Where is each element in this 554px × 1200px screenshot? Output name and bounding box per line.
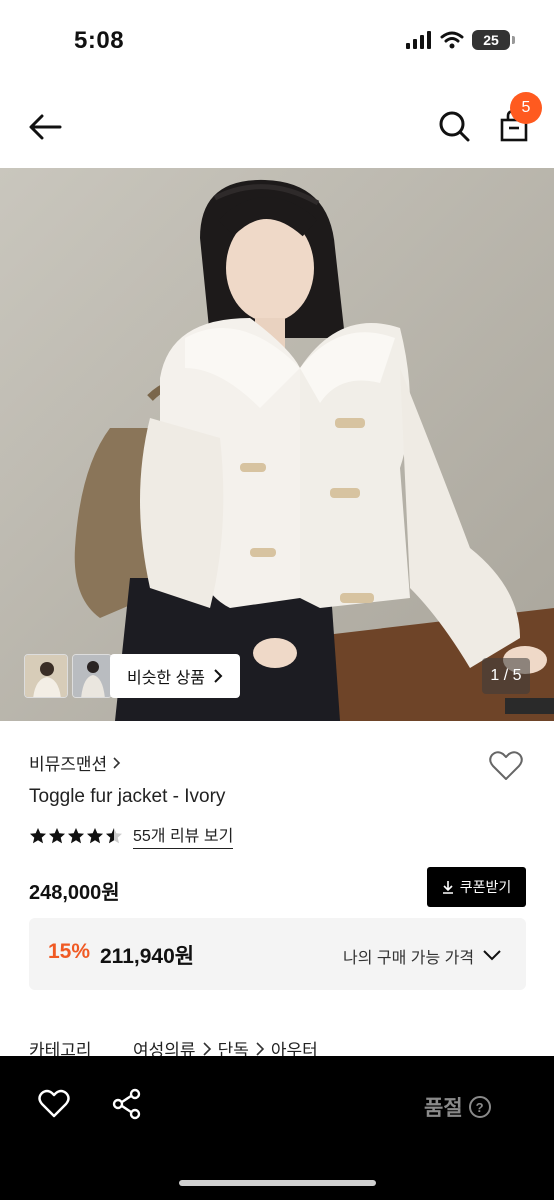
soldout-label: 품절: [424, 1097, 463, 1120]
brand-link[interactable]: 비뮤즈맨션: [29, 750, 121, 775]
download-icon: [442, 881, 453, 894]
star-icon: [30, 827, 46, 843]
product-photo: [0, 168, 554, 721]
similar-products-label: 비슷한 상품: [126, 670, 206, 687]
help-icon[interactable]: ?: [468, 1096, 491, 1118]
nav-bar: [0, 84, 554, 168]
star-icon: [106, 827, 122, 843]
similar-products-button[interactable]: 비슷한 상품: [110, 654, 240, 698]
wifi-icon: [440, 31, 464, 49]
product-name: Toggle fur jacket - Ivory: [29, 786, 226, 807]
original-price: 248,000원: [29, 882, 120, 904]
discount-price-box[interactable]: 15% 211,940원 나의 구매 가능 가격: [29, 918, 526, 990]
search-icon[interactable]: [434, 106, 474, 146]
status-time: 5:08: [74, 27, 125, 54]
cart-count-badge: 5: [510, 92, 542, 124]
rating-row: 55개 리뷰 보기: [29, 822, 234, 849]
thumbnail-1[interactable]: [24, 654, 68, 698]
bottom-action-bar: 품절 ?: [0, 1056, 554, 1200]
star-icon: [87, 827, 103, 843]
star-icon: [49, 827, 65, 843]
home-indicator: [179, 1180, 376, 1186]
like-heart-icon[interactable]: [38, 1088, 70, 1120]
thumbnail-2[interactable]: [72, 654, 112, 698]
soldout-status: 품절 ?: [424, 1092, 491, 1122]
thumbnail-image: [73, 655, 111, 697]
image-page-indicator: 1 / 5: [482, 658, 530, 694]
chevron-right-icon: [113, 756, 121, 769]
chevron-right-icon: [256, 1041, 264, 1056]
discount-rate: 15%: [48, 940, 91, 963]
coupon-button[interactable]: 쿠폰받기: [427, 867, 526, 907]
share-icon[interactable]: [112, 1088, 142, 1120]
review-link[interactable]: 55개 리뷰 보기: [133, 822, 234, 849]
brand-name: 비뮤즈맨션: [29, 755, 108, 774]
wishlist-heart-icon[interactable]: [488, 748, 524, 784]
rating-stars: [29, 827, 123, 845]
thumbnail-image: [25, 655, 67, 697]
my-price-label: 나의 구매 가능 가격: [343, 950, 475, 967]
chevron-right-icon: [214, 669, 223, 683]
battery-icon: 25: [472, 30, 515, 50]
discount-price: 211,940원: [100, 945, 195, 968]
star-icon: [68, 827, 84, 843]
chevron-right-icon: [202, 1041, 211, 1056]
product-image-carousel[interactable]: 비슷한 상품 1 / 5: [0, 168, 554, 721]
status-icons: 25: [406, 30, 515, 50]
status-bar: 5:08 25: [0, 0, 554, 84]
coupon-label: 쿠폰받기: [459, 879, 512, 895]
chevron-down-icon: [483, 950, 501, 961]
signal-icon: [406, 31, 431, 49]
back-arrow-icon[interactable]: [24, 106, 66, 148]
